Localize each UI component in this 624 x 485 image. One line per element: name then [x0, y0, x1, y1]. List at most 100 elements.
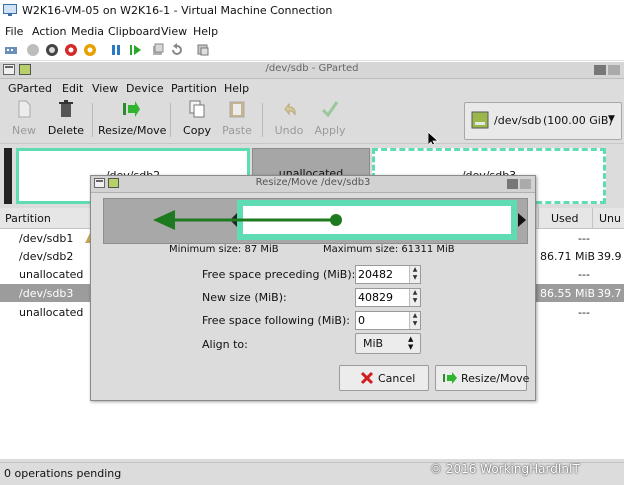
undo-button[interactable]: Undo — [272, 99, 306, 137]
spin-arrows-icon[interactable]: ▲ ▼ — [409, 312, 420, 329]
row-partition: /dev/sdb1 — [19, 232, 74, 245]
menu-edit[interactable]: Edit — [62, 82, 83, 95]
new-label: New — [12, 124, 36, 137]
spin-arrows-icon[interactable]: ▲ ▼ — [409, 266, 420, 283]
new-size-input[interactable] — [358, 290, 408, 305]
column-unused[interactable]: Unu — [599, 212, 621, 225]
vm-title-bar: W2K16-VM-05 on W2K16-1 - Virtual Machine… — [0, 0, 624, 23]
new-icon — [18, 100, 31, 118]
cancel-label: Cancel — [378, 372, 416, 385]
resize-move-icon — [123, 101, 140, 117]
start-icon[interactable] — [26, 43, 40, 57]
following-spinbox[interactable]: ▲▼ — [355, 311, 421, 330]
device-selector[interactable]: /dev/sdb (100.00 GiB) ▼ — [464, 102, 622, 140]
paste-button[interactable]: Paste — [220, 99, 254, 137]
resize-move-confirm-label: Resize/Move — [461, 372, 530, 385]
cancel-button[interactable]: Cancel — [339, 365, 429, 391]
align-label: Align to: — [202, 338, 248, 351]
resize-move-icon — [443, 372, 457, 384]
vm-menu-view[interactable]: View — [161, 25, 187, 38]
gparted-window-title: /dev/sdb - GParted — [265, 63, 359, 74]
new-button[interactable]: New — [9, 99, 39, 137]
toolbar-separator — [92, 103, 93, 137]
resume-icon[interactable] — [128, 43, 142, 57]
delete-button[interactable]: Delete — [46, 99, 86, 137]
trash-icon — [59, 100, 73, 117]
vm-menu-file[interactable]: File — [5, 25, 23, 38]
following-input[interactable] — [358, 313, 408, 328]
row-used: --- — [578, 232, 590, 245]
vm-menu-help[interactable]: Help — [193, 25, 218, 38]
turn-off-icon[interactable] — [45, 43, 59, 57]
copy-icon — [189, 100, 205, 118]
menu-partition[interactable]: Partition — [171, 82, 217, 95]
resize-move-confirm-button[interactable]: Resize/Move — [435, 365, 530, 391]
column-divider — [538, 208, 539, 228]
preceding-label: Free space preceding (MiB): — [202, 268, 356, 281]
delete-label: Delete — [47, 124, 85, 137]
resize-move-button[interactable]: Resize/Move — [98, 99, 167, 137]
column-used[interactable]: Used — [551, 212, 579, 225]
device-name: /dev/sdb — [494, 114, 542, 127]
menu-view[interactable]: View — [92, 82, 118, 95]
spin-arrows-icon[interactable]: ▲ ▼ — [409, 289, 420, 306]
row-unused: 39.9 — [597, 250, 622, 263]
watermark-text: © 2016 WorkingHardInIT — [430, 462, 580, 476]
disk-icon — [471, 111, 489, 129]
copy-label: Copy — [183, 124, 211, 137]
resize-move-dialog: Resize/Move /dev/sdb3 Minimum size: 87 M… — [90, 175, 536, 401]
copy-button[interactable]: Copy — [180, 99, 214, 137]
cancel-x-icon — [360, 371, 374, 385]
apply-label: Apply — [314, 124, 346, 137]
row-used: 86.71 MiB — [540, 250, 596, 263]
device-size: (100.00 GiB) — [543, 114, 613, 127]
resize-move-label: Resize/Move — [98, 124, 167, 137]
max-size-label: Maximum size: 61311 MiB — [323, 244, 455, 255]
ctrl-alt-del-icon[interactable] — [4, 43, 18, 57]
status-text: 0 operations pending — [4, 467, 122, 480]
row-partition: unallocated — [19, 306, 84, 319]
vm-toolbar — [0, 40, 624, 61]
row-partition: /dev/sdb2 — [19, 250, 74, 263]
vm-menu-action[interactable]: Action — [32, 25, 66, 38]
row-partition: unallocated — [19, 268, 84, 281]
chevron-down-icon: ▼ — [608, 114, 615, 124]
align-value: MiB — [363, 337, 384, 350]
updown-icon: ▲ ▼ — [408, 335, 414, 351]
row-partition: /dev/sdb3 — [19, 287, 74, 300]
toolbar-separator — [262, 103, 263, 137]
undo-icon — [284, 102, 296, 116]
vm-window-title: W2K16-VM-05 on W2K16-1 - Virtual Machine… — [22, 4, 333, 17]
apply-button[interactable]: Apply — [312, 99, 348, 137]
vm-menu-media[interactable]: Media — [71, 25, 104, 38]
row-unused: 39.7 — [597, 287, 622, 300]
dialog-title-bar: Resize/Move /dev/sdb3 — [91, 176, 535, 193]
menu-help[interactable]: Help — [224, 82, 249, 95]
row-used: 86.55 MiB — [540, 287, 596, 300]
align-dropdown[interactable]: MiB ▲ ▼ — [355, 333, 421, 354]
vm-menu-bar: File Action Media Clipboard View Help — [0, 22, 624, 40]
preceding-spinbox[interactable]: ▲▼ — [355, 265, 421, 284]
window-controls-icon[interactable] — [507, 179, 531, 189]
revert-icon[interactable] — [170, 43, 184, 57]
partition-block-sdb1[interactable] — [4, 148, 12, 204]
menu-gparted[interactable]: GParted — [8, 82, 52, 95]
gparted-menu-bar: GParted Edit View Device Partition Help — [0, 79, 624, 97]
vm-menu-clipboard[interactable]: Clipboard — [108, 25, 161, 38]
save-state-icon[interactable] — [83, 43, 97, 57]
window-controls-icon[interactable] — [594, 65, 620, 75]
paste-icon — [229, 101, 245, 118]
dialog-title: Resize/Move /dev/sdb3 — [255, 177, 371, 188]
row-used: --- — [578, 268, 590, 281]
shutdown-icon[interactable] — [64, 43, 78, 57]
preceding-input[interactable] — [358, 267, 408, 282]
new-size-spinbox[interactable]: ▲▼ — [355, 288, 421, 307]
new-size-label: New size (MiB): — [202, 291, 287, 304]
column-partition[interactable]: Partition — [5, 212, 51, 225]
resize-partition-handle[interactable] — [237, 200, 517, 240]
enhanced-session-icon[interactable] — [196, 43, 210, 57]
menu-device[interactable]: Device — [126, 82, 164, 95]
checkpoint-icon[interactable] — [151, 43, 165, 57]
undo-label: Undo — [274, 124, 304, 137]
pause-icon[interactable] — [109, 43, 123, 57]
